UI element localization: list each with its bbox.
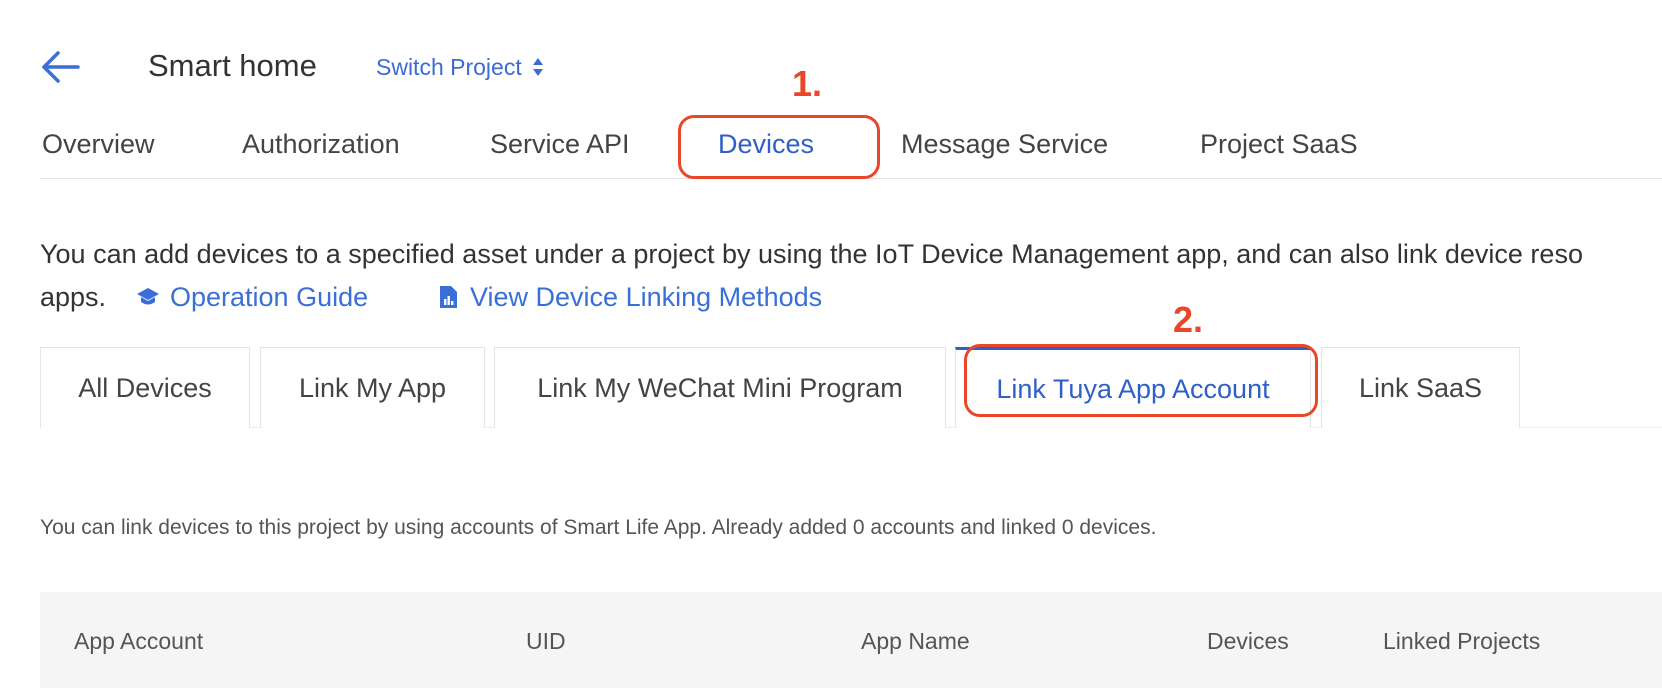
column-header-devices: Devices: [1207, 628, 1289, 654]
switch-project-button[interactable]: Switch Project: [376, 51, 544, 83]
tab-message-service[interactable]: Message Service: [901, 126, 1108, 162]
document-chart-icon: [440, 286, 457, 308]
sort-caret-icon: [532, 58, 543, 76]
nav-divider: [40, 178, 1662, 179]
description-line-1: You can add devices to a specified asset…: [40, 239, 1583, 269]
annotation-marker-2: 2.: [1173, 299, 1204, 340]
column-header-app-account: App Account: [74, 628, 204, 654]
graduation-cap-icon: [137, 288, 159, 305]
column-header-uid: UID: [526, 628, 566, 654]
operation-guide-label: Operation Guide: [170, 282, 369, 312]
tab-project-saas[interactable]: Project SaaS: [1200, 126, 1358, 162]
subtab-link-wechat-mini-program[interactable]: Link My WeChat Mini Program: [494, 347, 946, 428]
back-button[interactable]: [40, 46, 82, 88]
switch-project-label: Switch Project: [376, 54, 522, 80]
operation-guide-link[interactable]: Operation Guide: [136, 279, 368, 315]
annotation-marker-1: 1.: [792, 63, 823, 104]
column-header-app-name: App Name: [861, 628, 970, 654]
subtab-link-tuya-app-account[interactable]: Link Tuya App Account: [955, 347, 1311, 428]
view-device-linking-methods-label: View Device Linking Methods: [470, 282, 823, 312]
subtab-all-devices[interactable]: All Devices: [40, 347, 250, 428]
tab-devices[interactable]: Devices: [718, 126, 814, 162]
subtab-link-my-app[interactable]: Link My App: [260, 347, 485, 428]
subtab-link-saas[interactable]: Link SaaS: [1321, 347, 1520, 428]
column-header-linked-projects: Linked Projects: [1383, 628, 1541, 654]
view-device-linking-methods-link[interactable]: View Device Linking Methods: [436, 279, 822, 315]
arrow-left-icon: [42, 51, 80, 83]
tab-service-api[interactable]: Service API: [490, 126, 630, 162]
description-line-2: apps.: [40, 282, 107, 312]
page-title: Smart home: [148, 48, 317, 83]
link-info-text: You can link devices to this project by …: [40, 516, 1157, 539]
tab-authorization[interactable]: Authorization: [242, 126, 400, 162]
tab-overview[interactable]: Overview: [42, 126, 155, 162]
